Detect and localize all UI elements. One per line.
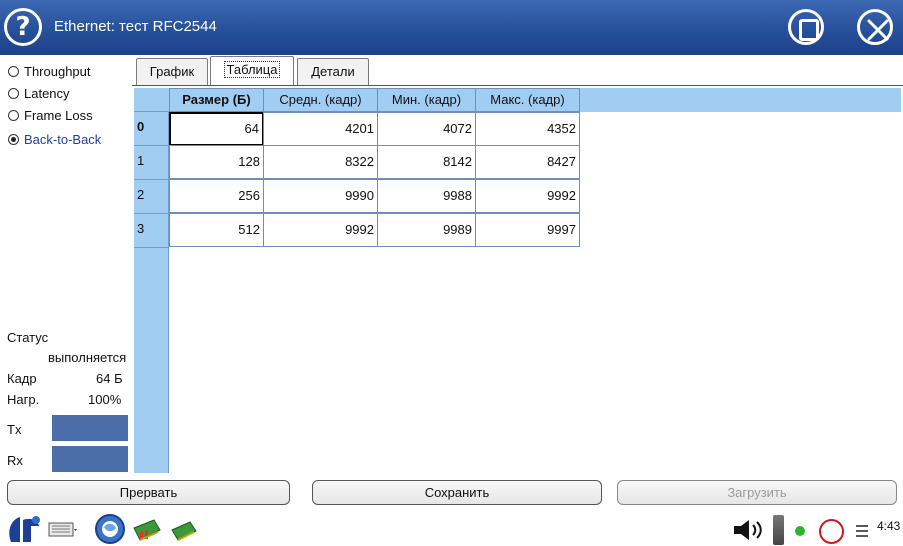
network-card-2-icon[interactable] <box>170 518 198 544</box>
battery-icon <box>773 515 784 545</box>
tab-label: Таблица <box>223 61 281 78</box>
save-button[interactable]: Сохранить <box>312 480 602 505</box>
record-icon[interactable] <box>819 519 844 544</box>
radio-circle-icon <box>8 65 19 77</box>
tab-label: График <box>149 64 195 79</box>
tx-indicator <box>52 415 128 441</box>
table-cell[interactable]: 4352 <box>475 112 580 146</box>
column-header-size[interactable]: Размер (Б) <box>169 88 264 112</box>
table-cell[interactable]: 9992 <box>475 179 580 213</box>
radio-selected-icon <box>8 133 19 145</box>
table-corner <box>134 88 169 112</box>
table-cell[interactable]: 256 <box>169 179 264 213</box>
stop-icon[interactable] <box>788 9 824 45</box>
column-header-min[interactable]: Мин. (кадр) <box>377 88 476 112</box>
results-table: Размер (Б) Средн. (кадр) Мин. (кадр) Мак… <box>132 85 903 475</box>
frame-value: 64 Б <box>96 371 123 386</box>
table-cell[interactable]: 8142 <box>377 145 476 179</box>
load-value: 100% <box>88 392 122 407</box>
radio-back-to-back[interactable]: Back-to-Back <box>8 129 101 149</box>
clock: 4:43 <box>877 519 901 533</box>
radio-label: Back-to-Back <box>24 131 102 147</box>
help-icon[interactable]: ? <box>4 8 42 46</box>
radio-circle-icon <box>8 87 19 99</box>
tab-graph[interactable]: График <box>136 58 208 85</box>
radio-circle-icon <box>8 109 19 121</box>
status-label: Статус <box>7 330 49 345</box>
taskbar <box>0 510 903 546</box>
keyboard-icon[interactable] <box>48 522 78 538</box>
tab-details[interactable]: Детали <box>297 58 369 85</box>
rx-label: Rx <box>7 453 23 468</box>
app-menu-icon[interactable] <box>6 514 44 544</box>
row-index: 2 <box>134 180 169 214</box>
network-card-icon[interactable] <box>132 516 162 544</box>
table-cell[interactable]: 8427 <box>475 145 580 179</box>
row-index: 3 <box>134 214 169 248</box>
network-globe-icon[interactable] <box>94 513 126 545</box>
radio-throughput[interactable]: Throughput <box>8 61 91 81</box>
abort-button[interactable]: Прервать <box>7 480 290 505</box>
table-cell[interactable]: 9990 <box>263 179 378 213</box>
tab-table[interactable]: Таблица <box>210 56 294 86</box>
table-cell[interactable]: 128 <box>169 145 264 179</box>
close-icon[interactable] <box>857 9 893 45</box>
table-cell[interactable]: 4201 <box>263 112 378 146</box>
table-cell[interactable]: 9989 <box>377 213 476 247</box>
status-led-icon <box>795 526 805 536</box>
radio-label: Throughput <box>24 63 91 79</box>
table-cell[interactable]: 8322 <box>263 145 378 179</box>
radio-label: Latency <box>24 85 70 101</box>
radio-label: Frame Loss <box>24 107 93 123</box>
frame-label: Кадр <box>7 371 37 386</box>
speaker-icon[interactable] <box>732 518 766 542</box>
load-button[interactable]: Загрузить <box>617 480 897 505</box>
radio-frame-loss[interactable]: Frame Loss <box>8 105 93 125</box>
row-index: 1 <box>134 146 169 180</box>
menu-lines-icon[interactable] <box>855 524 869 538</box>
table-cell[interactable]: 9992 <box>263 213 378 247</box>
header-strip <box>579 88 901 112</box>
table-cell[interactable]: 9988 <box>377 179 476 213</box>
radio-latency[interactable]: Latency <box>8 83 70 103</box>
title-bar: ? Ethernet: тест RFC2544 <box>0 0 903 55</box>
table-cell[interactable]: 9997 <box>475 213 580 247</box>
row-index: 0 <box>134 112 169 146</box>
load-label: Нагр. <box>7 392 40 407</box>
window-title: Ethernet: тест RFC2544 <box>54 18 217 35</box>
column-header-avg[interactable]: Средн. (кадр) <box>263 88 378 112</box>
left-panel: Throughput Latency Frame Loss Back-to-Ba… <box>0 57 131 475</box>
tab-label: Детали <box>311 64 355 79</box>
status-value: выполняется <box>48 350 127 365</box>
column-header-max[interactable]: Макс. (кадр) <box>475 88 580 112</box>
table-cell[interactable]: 4072 <box>377 112 476 146</box>
tx-label: Tx <box>7 422 22 437</box>
rx-indicator <box>52 446 128 472</box>
table-cell[interactable]: 512 <box>169 213 264 247</box>
table-cell[interactable]: 64 <box>169 112 264 146</box>
